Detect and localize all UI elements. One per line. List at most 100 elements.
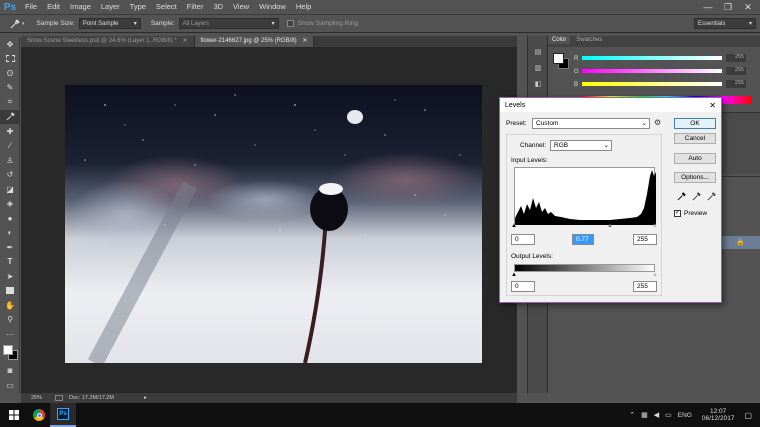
type-tool-icon[interactable]: T xyxy=(0,255,20,270)
blue-slider-track[interactable] xyxy=(582,82,722,86)
paint-bucket-tool-icon[interactable]: ◈ xyxy=(0,197,20,212)
foreground-color-swatch[interactable] xyxy=(553,53,564,64)
input-white-field[interactable]: 255 xyxy=(633,234,657,245)
quick-mask-icon[interactable]: ◙ xyxy=(0,364,20,379)
output-white-field[interactable]: 255 xyxy=(633,281,657,292)
dodge-tool-icon[interactable]: ◐ xyxy=(0,226,20,241)
history-panel-icon[interactable]: ▤ xyxy=(528,44,548,60)
lasso-tool-icon[interactable]: ʘ xyxy=(0,66,20,81)
clock[interactable]: 12:07 06/12/2017 xyxy=(702,408,735,422)
output-black-field[interactable]: 0 xyxy=(511,281,535,292)
clone-stamp-tool-icon[interactable]: ♙ xyxy=(0,153,20,168)
properties-panel-icon[interactable]: ▥ xyxy=(528,60,548,76)
marquee-tool-icon[interactable] xyxy=(0,52,20,67)
ok-button[interactable]: OK xyxy=(674,118,716,129)
menu-layer[interactable]: Layer xyxy=(96,0,125,14)
eyedropper-tool-icon[interactable] xyxy=(8,18,22,29)
menu-window[interactable]: Window xyxy=(254,0,291,14)
rectangle-tool-icon[interactable] xyxy=(0,284,20,299)
green-slider-track[interactable] xyxy=(582,69,722,73)
menu-view[interactable]: View xyxy=(228,0,254,14)
more-tools-icon[interactable]: ··· xyxy=(0,327,20,342)
minimize-button[interactable]: — xyxy=(698,0,718,14)
input-gamma-field[interactable]: 0.77 xyxy=(572,234,594,245)
show-sampling-ring-checkbox[interactable] xyxy=(286,20,294,27)
close-icon[interactable]: ✕ xyxy=(709,101,716,110)
menu-3d[interactable]: 3D xyxy=(208,0,228,14)
start-button[interactable] xyxy=(0,403,28,427)
document-tab-active[interactable]: flower-2146627.jpg @ 25% (RGB/8) ✕ xyxy=(194,36,315,47)
blue-value-field[interactable]: 255 xyxy=(726,80,746,88)
tab-color[interactable]: Color xyxy=(548,36,571,44)
pen-tool-icon[interactable]: ✒ xyxy=(0,240,20,255)
gray-eyedropper-icon[interactable] xyxy=(692,192,701,203)
auto-button[interactable]: Auto xyxy=(674,153,716,164)
output-white-handle[interactable]: ▲ xyxy=(652,272,658,278)
preset-options-gear-icon[interactable]: ⚙ xyxy=(654,118,661,127)
eyedropper-tool-icon[interactable] xyxy=(0,109,20,124)
menu-edit[interactable]: Edit xyxy=(42,0,65,14)
black-eyedropper-icon[interactable] xyxy=(677,192,686,203)
document-size[interactable]: Doc: 17.2M/17.2M xyxy=(69,395,114,401)
eraser-tool-icon[interactable]: ◪ xyxy=(0,182,20,197)
workspace-select[interactable]: Essentials ▾ xyxy=(694,18,756,29)
input-white-point-handle[interactable]: ▲ xyxy=(652,223,658,229)
adjustments-panel-icon[interactable]: ◧ xyxy=(528,76,548,92)
close-icon[interactable]: ✕ xyxy=(183,38,188,44)
sample-size-select[interactable]: Point Sample ▾ xyxy=(78,18,141,29)
document-tab[interactable]: Snow Scene Sleekless.psd @ 24.6% (Layer … xyxy=(21,36,195,47)
foreground-background-colors[interactable] xyxy=(0,342,20,364)
brush-tool-icon[interactable]: ∕ xyxy=(0,139,20,154)
input-black-point-handle[interactable]: ▲ xyxy=(511,223,517,229)
output-black-handle[interactable]: ▲ xyxy=(511,272,517,278)
menu-file[interactable]: File xyxy=(20,0,42,14)
foreground-color-swatch[interactable] xyxy=(3,344,13,355)
canvas-area[interactable] xyxy=(21,47,517,393)
preview-checkbox[interactable]: ✓ xyxy=(674,210,681,217)
battery-icon[interactable]: ▭ xyxy=(665,411,672,419)
menu-filter[interactable]: Filter xyxy=(182,0,209,14)
zoom-level[interactable]: 25% xyxy=(31,395,55,401)
green-value-field[interactable]: 255 xyxy=(726,67,746,75)
menu-image[interactable]: Image xyxy=(65,0,96,14)
input-gamma-handle[interactable]: ▲ xyxy=(607,223,613,229)
restore-button[interactable]: ❐ xyxy=(718,0,738,14)
red-value-field[interactable]: 255 xyxy=(726,54,746,62)
white-eyedropper-icon[interactable] xyxy=(707,192,716,203)
quick-select-tool-icon[interactable]: ✎ xyxy=(0,81,20,96)
input-slider-track[interactable] xyxy=(514,224,655,228)
menu-select[interactable]: Select xyxy=(151,0,182,14)
document-image[interactable] xyxy=(65,85,482,363)
tab-swatches[interactable]: Swatches xyxy=(572,36,606,44)
zoom-tool-icon[interactable]: ⚲ xyxy=(0,313,20,328)
close-icon[interactable]: ✕ xyxy=(302,38,307,44)
input-black-field[interactable]: 0 xyxy=(511,234,535,245)
chrome-taskbar-icon[interactable] xyxy=(28,403,50,427)
path-select-tool-icon[interactable]: ➤ xyxy=(0,269,20,284)
history-brush-tool-icon[interactable]: ↺ xyxy=(0,168,20,183)
language-indicator[interactable]: ENG xyxy=(678,412,692,419)
levels-title-bar[interactable]: Levels ✕ xyxy=(500,98,721,112)
red-slider-track[interactable] xyxy=(582,56,722,60)
action-center-icon[interactable]: ▢ xyxy=(744,411,752,420)
channel-select[interactable]: RGB ⌄ xyxy=(550,140,612,151)
photoshop-taskbar-icon[interactable]: Ps xyxy=(50,403,76,427)
move-tool-icon[interactable]: ✥ xyxy=(0,37,20,52)
hand-tool-icon[interactable]: ✋ xyxy=(0,298,20,313)
sample-select[interactable]: All Layers ▾ xyxy=(178,18,279,29)
blur-tool-icon[interactable]: ● xyxy=(0,211,20,226)
tool-preset-arrow-icon[interactable]: ▾ xyxy=(22,21,25,27)
cancel-button[interactable]: Cancel xyxy=(674,133,716,144)
menu-type[interactable]: Type xyxy=(125,0,151,14)
status-icon[interactable] xyxy=(55,395,63,401)
preset-select[interactable]: Custom ⌄ xyxy=(532,118,650,129)
screen-mode-icon[interactable]: ▭ xyxy=(0,378,20,393)
healing-brush-tool-icon[interactable]: ✚ xyxy=(0,124,20,139)
close-button[interactable]: ✕ xyxy=(738,0,758,14)
tray-overflow-icon[interactable]: ⌃ xyxy=(629,411,635,419)
crop-tool-icon[interactable]: ⌗ xyxy=(0,95,20,110)
volume-icon[interactable]: ◀ xyxy=(654,411,659,419)
status-menu-arrow-icon[interactable]: ▸ xyxy=(144,395,147,401)
options-button[interactable]: Options... xyxy=(674,172,716,183)
network-icon[interactable]: ▦ xyxy=(641,411,648,419)
